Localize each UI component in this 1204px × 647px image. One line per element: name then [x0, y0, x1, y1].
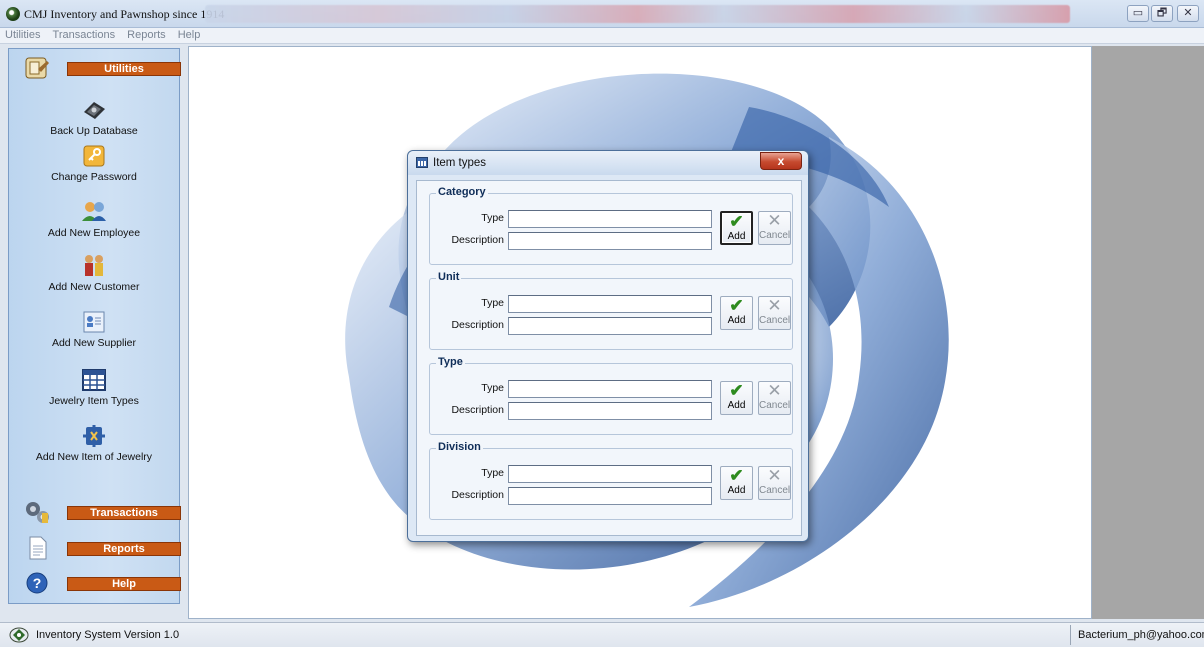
- group-title: Unit: [436, 271, 462, 283]
- menu-bar: Utilities Transactions Reports Help: [0, 28, 1204, 44]
- sidebar-item-add-new-customer[interactable]: Add New Customer: [9, 253, 179, 293]
- unit-add-button[interactable]: ✔ Add: [720, 296, 753, 330]
- menu-reports[interactable]: Reports: [122, 28, 170, 41]
- group-unit: Unit Type Description ✔ Add ✕ Cancel: [429, 271, 793, 350]
- sidebar-item-label: Change Password: [51, 171, 137, 183]
- type-add-button[interactable]: ✔ Add: [720, 381, 753, 415]
- dialog-body: Category Type Description ✔ Add ✕ Cancel…: [416, 180, 802, 536]
- type-type-input[interactable]: [508, 380, 712, 398]
- status-email-panel: Bacterium_ph@yahoo.com: [1070, 625, 1204, 645]
- contact-email: Bacterium_ph@yahoo.com: [1078, 629, 1204, 641]
- division-description-input[interactable]: [508, 487, 712, 505]
- type-label: Type: [481, 467, 504, 479]
- checkmark-icon: ✔: [729, 381, 744, 400]
- browser-tabs-strip: [205, 5, 1070, 23]
- group-division: Division Type Description ✔ Add ✕ Cancel: [429, 441, 793, 520]
- key-icon: [83, 145, 105, 167]
- description-label: Description: [451, 234, 504, 246]
- maximize-button[interactable]: 🗗: [1151, 5, 1173, 22]
- description-label: Description: [451, 489, 504, 501]
- svg-text:?: ?: [33, 575, 42, 591]
- sidebar-header-help[interactable]: ? Help: [19, 568, 181, 598]
- utilities-header-label: Utilities: [67, 62, 181, 76]
- type-cancel-button[interactable]: ✕ Cancel: [758, 381, 791, 415]
- sidebar-header-reports[interactable]: Reports: [19, 533, 181, 563]
- cancel-x-icon: ✕: [767, 466, 782, 485]
- close-window-button[interactable]: ✕: [1177, 5, 1199, 22]
- cancel-x-icon: ✕: [767, 211, 782, 230]
- dialog-title: Item types: [433, 157, 487, 169]
- utilities-icon: [25, 57, 49, 79]
- sidebar-item-label: Back Up Database: [50, 125, 138, 137]
- type-label: Type: [481, 297, 504, 309]
- division-add-button[interactable]: ✔ Add: [720, 466, 753, 500]
- sidebar-header-transactions[interactable]: Transactions: [19, 497, 181, 527]
- category-cancel-button[interactable]: ✕ Cancel: [758, 211, 791, 245]
- sidebar-item-add-new-supplier[interactable]: Add New Supplier: [9, 309, 179, 349]
- type-label: Type: [481, 382, 504, 394]
- category-add-button[interactable]: ✔ Add: [720, 211, 753, 245]
- app-logo-icon: [9, 627, 29, 643]
- type-description-input[interactable]: [508, 402, 712, 420]
- unit-type-input[interactable]: [508, 295, 712, 313]
- cancel-x-icon: ✕: [767, 381, 782, 400]
- sidebar-item-label: Add New Employee: [47, 227, 141, 239]
- window-title: CMJ Inventory and Pawnshop since 1914: [24, 7, 225, 21]
- group-title: Type: [436, 356, 465, 368]
- help-icon: ?: [26, 572, 48, 594]
- type-label: Type: [481, 212, 504, 224]
- contact-card-icon: [83, 311, 105, 333]
- table-icon: [82, 369, 106, 391]
- description-label: Description: [451, 319, 504, 331]
- checkmark-icon: ✔: [729, 296, 744, 315]
- transactions-header-label: Transactions: [67, 506, 181, 520]
- cancel-x-icon: ✕: [767, 296, 782, 315]
- item-types-dialog: Item types x Category Type Description ✔…: [407, 150, 809, 542]
- reports-header-label: Reports: [67, 542, 181, 556]
- window-titlebar: CMJ Inventory and Pawnshop since 1914 ▭ …: [0, 0, 1204, 28]
- sidebar: Utilities Back Up Database Change Passwo…: [8, 48, 181, 604]
- users-icon: [82, 202, 106, 221]
- checkmark-icon: ✔: [729, 212, 744, 231]
- dialog-close-button[interactable]: x: [760, 152, 802, 170]
- sidebar-item-add-new-item-of-jewelry[interactable]: Add New Item of Jewelry: [9, 423, 179, 463]
- sidebar-item-jewelry-item-types[interactable]: Jewelry Item Types: [9, 367, 179, 407]
- sidebar-item-backup-database[interactable]: Back Up Database: [9, 97, 179, 137]
- sidebar-header-utilities[interactable]: Utilities: [19, 53, 181, 83]
- division-type-input[interactable]: [508, 465, 712, 483]
- unit-description-input[interactable]: [508, 317, 712, 335]
- status-bar: Inventory System Version 1.0 Bacterium_p…: [0, 622, 1204, 647]
- minimize-button[interactable]: ▭: [1127, 5, 1149, 22]
- menu-utilities[interactable]: Utilities: [0, 28, 44, 41]
- sidebar-item-add-new-employee[interactable]: Add New Employee: [9, 199, 179, 239]
- sidebar-item-label: Add New Customer: [48, 281, 140, 293]
- checkmark-icon: ✔: [729, 466, 744, 485]
- unit-cancel-button[interactable]: ✕ Cancel: [758, 296, 791, 330]
- gears-icon: [26, 502, 49, 523]
- version-text: Inventory System Version 1.0: [36, 629, 180, 641]
- menu-help[interactable]: Help: [173, 28, 205, 41]
- document-icon: [29, 536, 47, 560]
- group-category: Category Type Description ✔ Add ✕ Cancel: [429, 186, 793, 265]
- group-title: Category: [436, 186, 488, 198]
- sidebar-item-label: Add New Supplier: [51, 337, 137, 349]
- sidebar-item-change-password[interactable]: Change Password: [9, 143, 179, 183]
- group-type: Type Type Description ✔ Add ✕ Cancel: [429, 356, 793, 435]
- menu-transactions[interactable]: Transactions: [48, 28, 120, 41]
- description-label: Description: [451, 404, 504, 416]
- jewelry-add-icon: [83, 425, 105, 447]
- sidebar-item-label: Add New Item of Jewelry: [35, 451, 153, 463]
- empty-gray-area: [1092, 46, 1204, 619]
- help-header-label: Help: [67, 577, 181, 591]
- disk-icon: [84, 102, 105, 119]
- customer-icon: [85, 255, 103, 276]
- sidebar-item-label: Jewelry Item Types: [49, 395, 139, 407]
- division-cancel-button[interactable]: ✕ Cancel: [758, 466, 791, 500]
- group-title: Division: [436, 441, 483, 453]
- table-icon: [416, 157, 428, 168]
- category-description-input[interactable]: [508, 232, 712, 250]
- app-logo-icon: [6, 7, 20, 21]
- dialog-titlebar[interactable]: Item types x: [408, 151, 808, 175]
- category-type-input[interactable]: [508, 210, 712, 228]
